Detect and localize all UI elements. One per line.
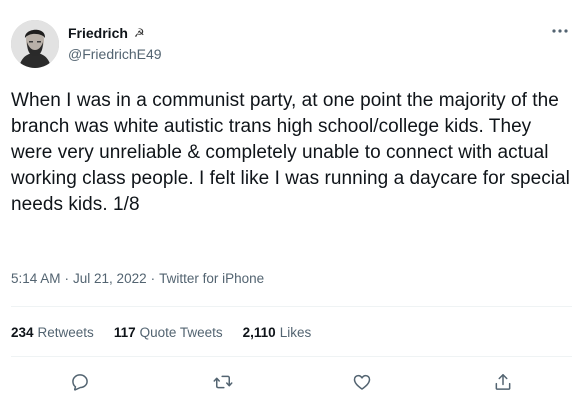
tweet-text: When I was in a communist party, at one … bbox=[11, 90, 570, 215]
divider bbox=[11, 356, 572, 357]
more-horizontal-icon bbox=[552, 29, 568, 33]
reply-button[interactable] bbox=[68, 370, 92, 394]
retweets-count: 234 bbox=[11, 325, 34, 340]
share-button[interactable] bbox=[491, 370, 515, 394]
author-name-row[interactable]: Friedrich ☭ bbox=[68, 25, 145, 41]
quote-tweets-count: 117 bbox=[113, 325, 136, 340]
tweet-actions-bar bbox=[0, 370, 583, 394]
like-button[interactable] bbox=[350, 370, 374, 394]
quote-tweets-stat[interactable]: 117 Quote Tweets bbox=[114, 325, 223, 340]
divider bbox=[11, 306, 572, 307]
tweet-date[interactable]: Jul 21, 2022 bbox=[73, 271, 147, 286]
likes-label: Likes bbox=[279, 325, 312, 340]
retweet-button[interactable] bbox=[211, 370, 235, 394]
likes-count: 2,110 bbox=[242, 325, 276, 340]
likes-stat[interactable]: 2,110 Likes bbox=[243, 325, 312, 340]
tweet-time[interactable]: 5:14 AM bbox=[11, 271, 61, 286]
heart-icon bbox=[353, 374, 371, 390]
avatar-image bbox=[11, 20, 59, 68]
hammer-sickle-icon: ☭ bbox=[133, 26, 145, 40]
more-options-button[interactable] bbox=[549, 22, 571, 40]
avatar[interactable] bbox=[11, 20, 59, 68]
reply-icon bbox=[72, 374, 88, 391]
meta-separator: · bbox=[150, 271, 156, 286]
retweets-label: Retweets bbox=[37, 325, 94, 340]
engagement-stats: 234 Retweets 117 Quote Tweets 2,110 Like… bbox=[11, 325, 311, 340]
meta-separator: · bbox=[64, 271, 70, 286]
tweet-metadata: 5:14 AM · Jul 21, 2022 · Twitter for iPh… bbox=[11, 271, 264, 286]
tweet-source[interactable]: Twitter for iPhone bbox=[159, 271, 264, 286]
quote-tweets-label: Quote Tweets bbox=[139, 325, 223, 340]
author-handle[interactable]: @FriedrichE49 bbox=[68, 46, 162, 62]
share-icon bbox=[495, 374, 511, 390]
retweets-stat[interactable]: 234 Retweets bbox=[11, 325, 94, 340]
retweet-icon bbox=[213, 375, 233, 389]
tweet-card: Friedrich ☭ @FriedrichE49 When I was in … bbox=[0, 0, 583, 415]
author-display-name[interactable]: Friedrich bbox=[68, 25, 128, 41]
